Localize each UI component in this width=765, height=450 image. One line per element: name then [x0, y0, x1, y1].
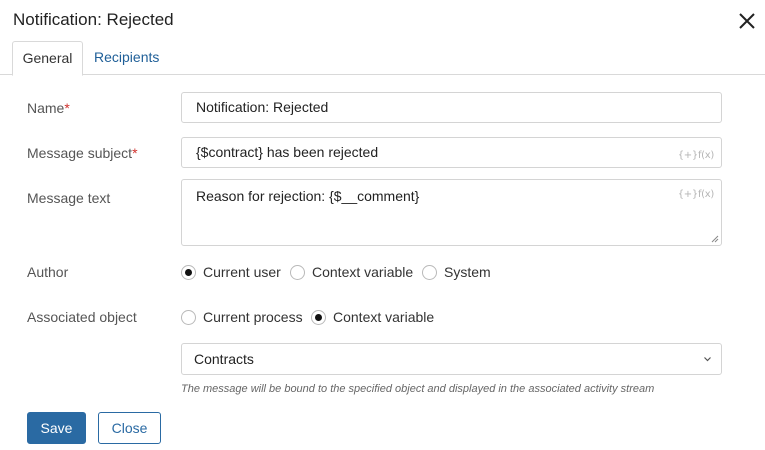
radio-selected-icon	[181, 264, 196, 280]
tab-general[interactable]: General	[12, 41, 83, 76]
resize-handle-icon[interactable]	[711, 235, 719, 243]
associated-object-label: Associated object	[27, 309, 137, 325]
author-current-user-radio[interactable]: Current user	[181, 263, 281, 281]
associated-object-hint: The message will be bound to the specifi…	[181, 383, 655, 395]
dialog-title: Notification: Rejected	[13, 10, 174, 29]
subject-value: {$contract} has been rejected	[196, 144, 379, 160]
author-system-radio[interactable]: System	[422, 263, 491, 281]
radio-label: Current user	[203, 264, 281, 280]
author-context-variable-radio[interactable]: Context variable	[290, 263, 413, 281]
required-mark: *	[132, 145, 138, 161]
associated-object-radio-group: Current process Context variable	[181, 308, 451, 326]
insert-variable-icon[interactable]: {+}f(x)	[678, 141, 715, 170]
select-value: Contracts	[194, 351, 254, 367]
insert-variable-icon[interactable]: {+}f(x)	[678, 186, 715, 204]
radio-label: Context variable	[333, 309, 435, 325]
associated-context-variable-radio[interactable]: Context variable	[311, 308, 434, 326]
subject-label: Message subject*	[27, 145, 138, 161]
message-text-label: Message text	[27, 190, 111, 206]
chevron-down-icon	[704, 357, 711, 362]
tab-bar: General Recipients	[0, 41, 765, 76]
required-mark: *	[64, 100, 70, 116]
author-radio-group: Current user Context variable System	[181, 263, 511, 281]
name-input[interactable]: Notification: Rejected	[181, 92, 722, 123]
message-text-area[interactable]: Reason for rejection: {$__comment} {+}f(…	[181, 179, 722, 246]
radio-empty-icon	[290, 264, 305, 280]
close-button[interactable]: Close	[98, 412, 161, 444]
name-label: Name*	[27, 100, 70, 116]
tab-recipients[interactable]: Recipients	[84, 41, 169, 75]
context-variable-select[interactable]: Contracts	[181, 343, 722, 375]
close-icon[interactable]	[736, 10, 758, 32]
radio-empty-icon	[422, 264, 437, 280]
associated-current-process-radio[interactable]: Current process	[181, 308, 303, 326]
radio-empty-icon	[181, 309, 196, 325]
subject-label-text: Message subject	[27, 145, 133, 161]
radio-label: Context variable	[312, 264, 414, 280]
radio-label: System	[444, 264, 491, 280]
name-value: Notification: Rejected	[196, 99, 329, 115]
message-text-value: Reason for rejection: {$__comment}	[196, 188, 420, 204]
radio-label: Current process	[203, 309, 303, 325]
name-label-text: Name	[27, 100, 65, 116]
author-label: Author	[27, 264, 69, 280]
radio-selected-icon	[311, 309, 326, 325]
save-button[interactable]: Save	[27, 412, 86, 444]
subject-input[interactable]: {$contract} has been rejected {+}f(x)	[181, 137, 722, 168]
